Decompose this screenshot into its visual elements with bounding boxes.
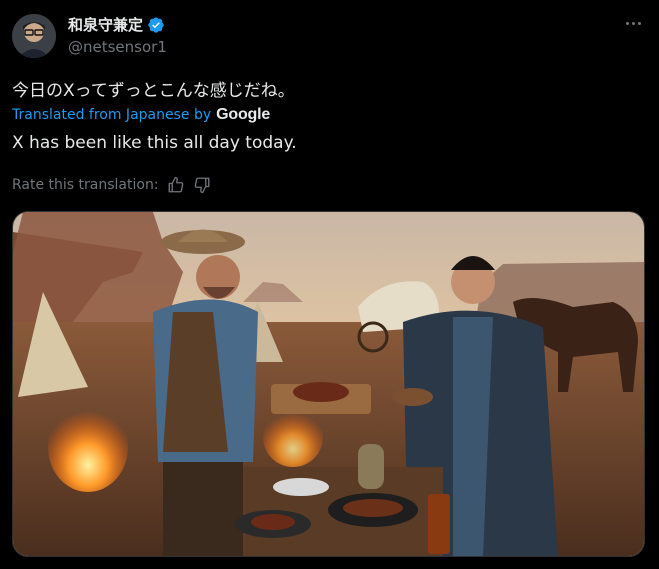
thumbs-down-icon[interactable] [193, 176, 211, 194]
avatar[interactable] [12, 14, 56, 58]
google-logo: Google [216, 106, 271, 123]
more-icon[interactable] [621, 14, 645, 32]
translation-attribution: Translated from Japanese by Google [12, 106, 270, 124]
translated-from-link[interactable]: Translated from Japanese by [12, 107, 211, 123]
author-name-row[interactable]: 和泉守兼定 [68, 14, 165, 35]
rate-translation-label: Rate this translation: [12, 177, 159, 193]
post-original-text: 今日のXってずっとこんな感じだね。 [12, 81, 295, 101]
display-name[interactable]: 和泉守兼定 [68, 14, 143, 35]
author-handle[interactable]: @netsensor1 [68, 38, 167, 56]
verified-badge-icon [148, 16, 164, 33]
thumbs-up-icon[interactable] [167, 176, 185, 194]
rate-translation: Rate this translation: [12, 176, 211, 194]
post-image[interactable] [12, 211, 645, 557]
post-translation-text: X has been like this all day today. [12, 133, 297, 153]
